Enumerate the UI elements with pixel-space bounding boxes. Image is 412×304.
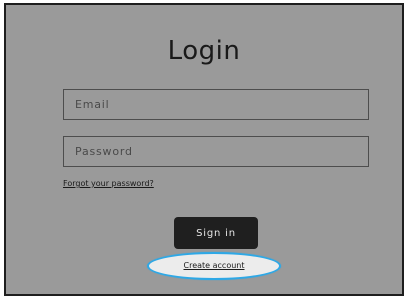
email-field[interactable] — [63, 89, 369, 120]
sign-in-button[interactable]: Sign in — [174, 217, 258, 249]
password-field[interactable] — [63, 136, 369, 167]
page-title: Login — [167, 36, 241, 66]
login-panel: Login Forgot your password? Sign in Crea… — [4, 3, 404, 296]
create-account-link[interactable]: Create account — [147, 252, 281, 280]
forgot-password-link[interactable]: Forgot your password? — [63, 179, 154, 189]
